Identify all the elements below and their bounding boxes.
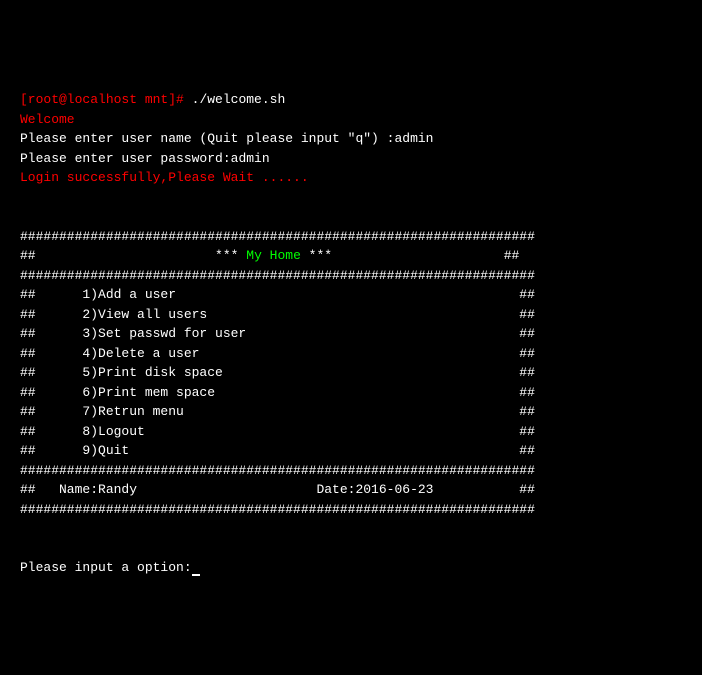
terminal-output: [root@localhost mnt]# ./welcome.sh Welco…: [20, 90, 682, 578]
menu-item-2[interactable]: ## 2)View all users ##: [20, 307, 535, 322]
menu-item-4[interactable]: ## 4)Delete a user ##: [20, 346, 535, 361]
menu-item-7[interactable]: ## 7)Retrun menu ##: [20, 404, 535, 419]
username-prompt: Please enter user name (Quit please inpu…: [20, 131, 394, 146]
stars-right: ***: [301, 248, 332, 263]
menu-header-right: ##: [332, 248, 519, 263]
menu-item-8[interactable]: ## 8)Logout ##: [20, 424, 535, 439]
cursor[interactable]: [192, 574, 200, 576]
option-input-prompt: Please input a option:: [20, 560, 192, 575]
menu-header-left: ##: [20, 248, 215, 263]
border-bottom: ########################################…: [20, 502, 535, 517]
menu-item-6[interactable]: ## 6)Print mem space ##: [20, 385, 535, 400]
welcome-banner: Welcome: [20, 112, 75, 127]
border-divider-1: ########################################…: [20, 268, 535, 283]
menu-item-1[interactable]: ## 1)Add a user ##: [20, 287, 535, 302]
border-divider-2: ########################################…: [20, 463, 535, 478]
stars-left: ***: [215, 248, 246, 263]
command-text: ./welcome.sh: [192, 92, 286, 107]
password-input[interactable]: admin: [231, 151, 270, 166]
shell-prompt: [root@localhost mnt]#: [20, 92, 192, 107]
menu-item-5[interactable]: ## 5)Print disk space ##: [20, 365, 535, 380]
password-prompt: Please enter user password:: [20, 151, 231, 166]
login-success-message: Login successfully,Please Wait ......: [20, 170, 309, 185]
menu-item-3[interactable]: ## 3)Set passwd for user ##: [20, 326, 535, 341]
username-input[interactable]: admin: [394, 131, 433, 146]
footer-info: ## Name:Randy Date:2016-06-23 ##: [20, 482, 535, 497]
menu-item-9[interactable]: ## 9)Quit ##: [20, 443, 535, 458]
border-top: ########################################…: [20, 229, 535, 244]
menu-title: My Home: [246, 248, 301, 263]
